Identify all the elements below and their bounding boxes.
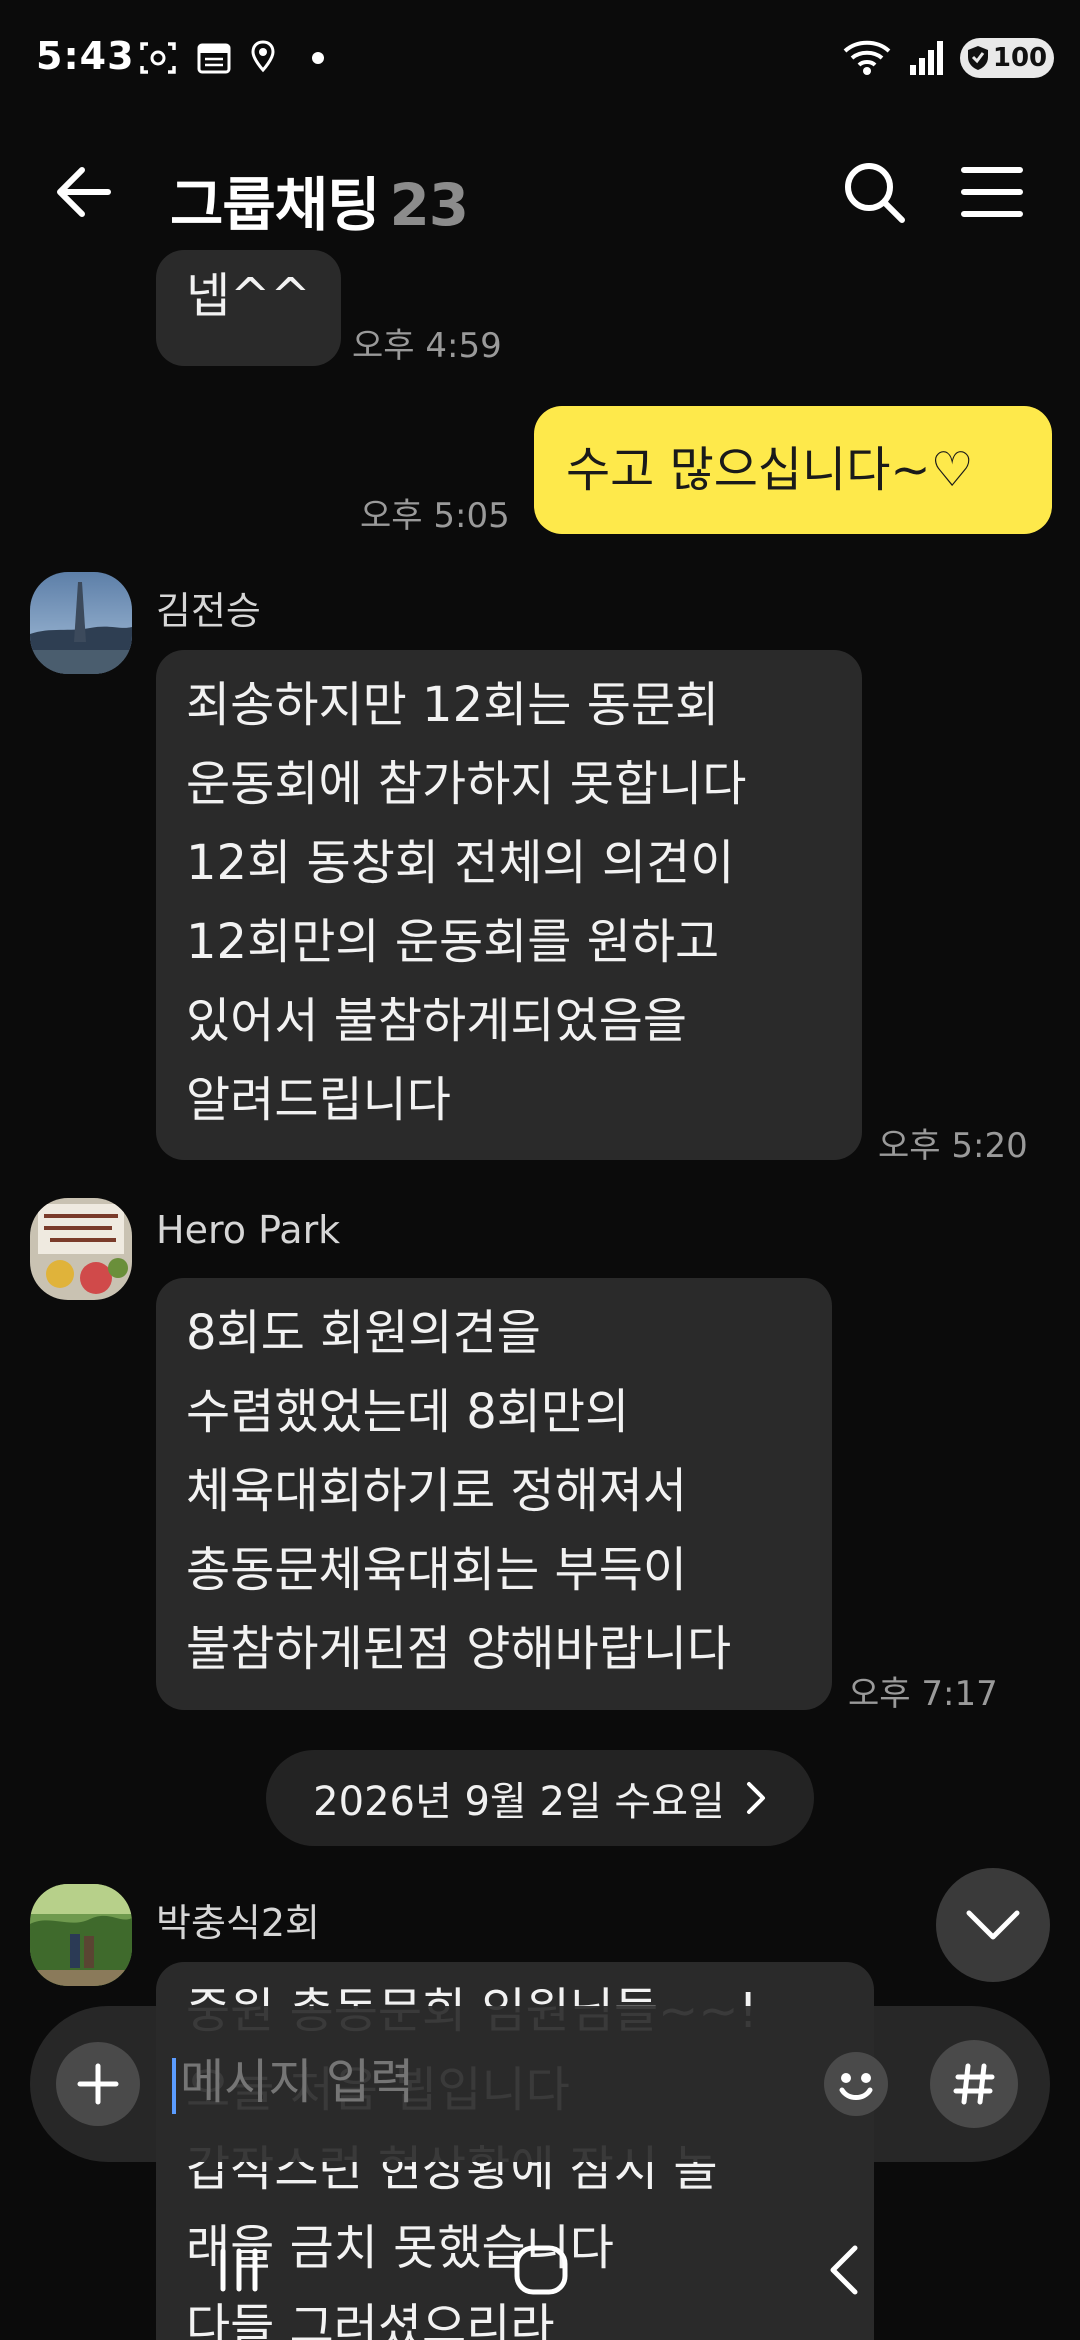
my-message-bubble[interactable]: 수고 많으십니다~♡ [534, 406, 1052, 534]
system-nav-bar [0, 2200, 1080, 2340]
text-cursor [172, 2058, 176, 2114]
message-input-bar [30, 2006, 1050, 2162]
hamburger-menu-icon [961, 167, 1023, 217]
avatar[interactable] [30, 572, 132, 674]
plus-icon [77, 2063, 119, 2105]
hashtag-button[interactable] [930, 2040, 1018, 2128]
battery-level: 100 [992, 43, 1048, 73]
chat-title-text: 그룹채팅 [170, 171, 380, 239]
message-input[interactable] [180, 2050, 800, 2114]
back-nav-icon [830, 2245, 858, 2295]
hashtag-icon [953, 2063, 995, 2105]
search-button[interactable] [838, 156, 910, 228]
chevron-right-icon [746, 1782, 765, 1814]
message-time: 오후 5:05 [360, 496, 510, 536]
avatar[interactable] [30, 1884, 132, 1986]
menu-button[interactable] [956, 156, 1028, 228]
attach-button[interactable] [56, 2042, 140, 2126]
wifi-icon [843, 40, 891, 75]
scroll-to-bottom-button[interactable] [936, 1868, 1050, 1982]
back-button[interactable] [48, 156, 120, 228]
chat-title: 그룹채팅 23 [170, 158, 469, 242]
calendar-icon [197, 43, 231, 74]
message-bubble[interactable]: 8회도 회원의견을 수렴했었는데 8회만의 체육대회하기로 정해져서 총동문체육… [156, 1278, 832, 1710]
location-icon [251, 40, 275, 73]
message-time: 오후 5:20 [878, 1126, 1028, 1166]
status-icons-left [138, 40, 328, 76]
signal-icon [910, 41, 943, 75]
date-divider-text: 2026년 9월 2일 수요일 [313, 1779, 725, 1825]
back-arrow-icon [57, 167, 111, 217]
back-nav-button[interactable] [798, 2230, 888, 2310]
message-time: 오후 7:17 [848, 1674, 998, 1714]
recent-apps-icon [220, 2248, 258, 2292]
status-time: 5:43 [36, 34, 135, 78]
banner-photo-icon [30, 1198, 132, 1300]
message-bubble[interactable]: 넵^^ [156, 250, 341, 366]
search-icon [845, 163, 905, 223]
message-bubble[interactable]: 죄송하지만 12회는 동문회 운동회에 참가하지 못합니다 12회 동창회 전체… [156, 650, 862, 1160]
battery-shield-icon [967, 46, 988, 70]
avatar[interactable] [30, 1198, 132, 1300]
sender-name: 박충식2회 [156, 1901, 321, 1945]
battery-icon: 100 [960, 38, 1054, 78]
recent-apps-button[interactable] [194, 2230, 284, 2310]
chat-header: 그룹채팅 23 [0, 130, 1080, 250]
sender-name: 김전승 [156, 589, 261, 633]
member-count: 23 [389, 171, 469, 239]
emoji-button[interactable] [820, 2048, 892, 2120]
forest-photo-icon [30, 1884, 132, 1986]
home-button[interactable] [496, 2230, 586, 2310]
screenshot-icon [140, 42, 176, 74]
tower-photo-icon [30, 572, 132, 674]
date-divider[interactable]: 2026년 9월 2일 수요일 [266, 1750, 814, 1846]
status-bar: 5:43 100 [0, 0, 1080, 120]
chevron-down-icon [966, 1910, 1020, 1940]
status-icons-right: 100 [842, 38, 1054, 78]
emoji-icon [824, 2052, 888, 2116]
message-time: 오후 4:59 [352, 326, 502, 366]
sender-name: Hero Park [156, 1208, 341, 1252]
home-icon [514, 2245, 568, 2295]
notification-dot-icon [312, 52, 324, 64]
